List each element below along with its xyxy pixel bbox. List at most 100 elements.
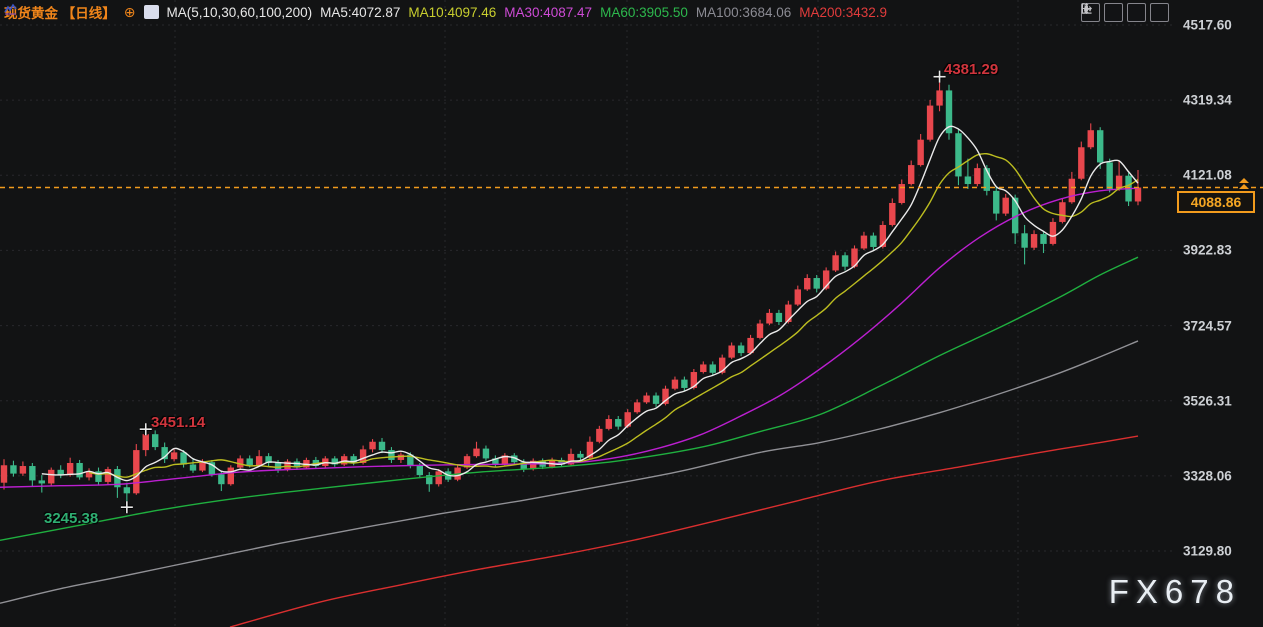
indicator-play-icon[interactable] (1127, 3, 1146, 22)
candle-body (757, 324, 763, 338)
candle-body (1, 465, 7, 482)
candle-body (171, 452, 177, 459)
candle-body (993, 191, 999, 214)
candle-body (436, 471, 442, 484)
chart-toolbar (1081, 3, 1169, 22)
candle-body (379, 442, 385, 450)
candle-body (710, 364, 716, 372)
candle-body (672, 380, 678, 389)
candle-body (76, 463, 82, 477)
y-axis-tick-label[interactable]: 3526.31 (1183, 393, 1232, 408)
candle-body (1106, 162, 1112, 189)
candle-body (917, 140, 923, 165)
candle-body (473, 449, 479, 457)
y-axis-tick-label[interactable]: 3922.83 (1183, 243, 1232, 258)
candle-body (974, 168, 980, 184)
candle-body (218, 474, 224, 484)
ma30-value-label: MA30:4087.47 (504, 5, 592, 20)
candle-body (606, 419, 612, 429)
ma5-value-label: MA5:4072.87 (320, 5, 400, 20)
candle-body (870, 236, 876, 247)
candle-body (1003, 198, 1009, 214)
candle-body (889, 203, 895, 225)
ma10-value-label: MA10:4097.46 (408, 5, 496, 20)
candle-body (1088, 130, 1094, 147)
candle-body (927, 106, 933, 140)
candle-body (700, 364, 706, 372)
candle-body (1097, 130, 1103, 162)
chart-style-icon[interactable] (144, 5, 159, 19)
candle-body (388, 450, 394, 460)
chart-window: 现货黄金 【日线】 ⊕ MA(5,10,30,60,100,200) MA5:4… (0, 0, 1263, 627)
candle-body (842, 255, 848, 266)
ma-line-ma200 (230, 436, 1138, 627)
y-axis-tick-label[interactable]: 4319.34 (1183, 93, 1232, 108)
candle-body (124, 487, 130, 493)
candle-body (776, 313, 782, 322)
candle-body (832, 255, 838, 270)
chart-header: 现货黄金 【日线】 ⊕ MA(5,10,30,60,100,200) MA5:4… (4, 3, 887, 21)
candle-body (728, 345, 734, 357)
symbol-title: 现货黄金 【日线】 (4, 2, 116, 22)
ma60-value-label: MA60:3905.50 (600, 5, 688, 20)
price-extreme-annotation: 3451.14 (151, 414, 205, 431)
ma100-value-label: MA100:3684.06 (696, 5, 791, 20)
candle-body (48, 470, 54, 484)
candle-body (795, 289, 801, 304)
y-axis-tick-label[interactable]: 3328.06 (1183, 468, 1232, 483)
candle-body (199, 462, 205, 470)
candle-body (577, 454, 583, 458)
candle-body (228, 468, 234, 485)
ma-line-ma30 (0, 188, 1138, 487)
ma-line-ma5 (42, 126, 1138, 480)
y-axis-tick-label[interactable]: 3129.80 (1183, 544, 1232, 559)
ma-line-ma100 (0, 341, 1138, 603)
candle-body (1078, 147, 1084, 178)
candle-body (417, 465, 423, 475)
candle-body (152, 434, 158, 447)
price-extreme-annotation: 4381.29 (944, 61, 998, 78)
candle-body (1135, 187, 1141, 201)
candle-body (105, 469, 111, 482)
candle-body (965, 176, 971, 184)
candle-body (247, 458, 253, 465)
candlestick-plot-area[interactable] (0, 0, 1263, 627)
y-axis-tick-label[interactable]: 3724.57 (1183, 318, 1232, 333)
candle-body (1021, 233, 1027, 247)
candle-body (1040, 234, 1046, 244)
mini-linechart-glyph (4, 3, 17, 15)
exit-pane-icon[interactable] (1150, 3, 1169, 22)
candle-body (256, 456, 262, 465)
candle-body (615, 419, 621, 427)
candle-body (67, 463, 73, 475)
candle-body (653, 396, 659, 404)
candle-body (814, 278, 820, 289)
candle-body (936, 90, 942, 105)
candle-body (369, 442, 375, 450)
candle-body (681, 380, 687, 388)
candle-body (1059, 202, 1065, 222)
candle-body (634, 402, 640, 412)
y-axis-tick-label[interactable]: 4517.60 (1183, 18, 1232, 33)
candle-body (180, 452, 186, 464)
price-extreme-annotation: 3245.38 (44, 510, 98, 527)
candle-body (861, 236, 867, 249)
candle-body (190, 465, 196, 471)
current-price-badge: 4088.86 (1177, 191, 1255, 213)
indicator-pane-icon[interactable] (1104, 3, 1123, 22)
extreme-cross-marker (121, 501, 133, 513)
crosshair-icon[interactable]: ⊕ (124, 5, 136, 19)
candle-body (143, 434, 149, 450)
y-axis-tick-label[interactable]: 4121.08 (1183, 168, 1232, 183)
ma-line-ma10 (89, 154, 1138, 478)
candle-body (738, 345, 744, 353)
candle-body (766, 313, 772, 324)
candle-body (1069, 179, 1075, 202)
price-up-arrows-icon (1238, 178, 1250, 190)
candle-body (908, 165, 914, 184)
candle-body (20, 466, 26, 474)
ma200-value-label: MA200:3432.9 (799, 5, 887, 20)
candle-body (398, 455, 404, 460)
candle-body (483, 449, 489, 459)
ma-line-ma60 (0, 257, 1138, 540)
